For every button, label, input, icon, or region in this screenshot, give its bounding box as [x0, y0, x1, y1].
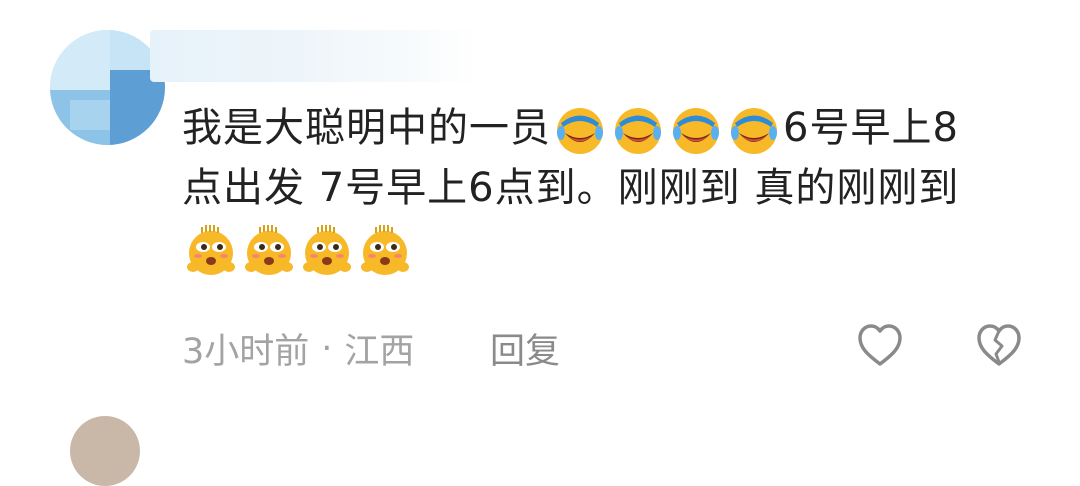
avatar[interactable] — [50, 30, 165, 145]
sweating-hot-emoji-icon — [300, 223, 354, 277]
comment-meta: 3小时前 · 江西 — [182, 323, 414, 374]
comment-time: 3小时前 — [182, 332, 310, 372]
reply-button[interactable]: 回复 — [490, 323, 560, 374]
comment-line-2: 点出发 7号早上6点到。刚刚到 真的刚刚到 — [182, 165, 960, 211]
meta-separator: · — [321, 328, 333, 369]
dislike-button[interactable] — [975, 322, 1023, 368]
comment-location: 江西 — [344, 332, 415, 372]
crying-laughing-emoji-icon — [669, 103, 723, 157]
comment-line-1: 我是大聪明中的一员 6号早上8 — [182, 98, 1042, 158]
crying-laughing-emoji-icon — [611, 103, 665, 157]
broken-heart-icon — [977, 324, 1021, 366]
sweating-hot-emoji-icon — [242, 223, 296, 277]
like-button[interactable] — [856, 322, 904, 368]
heart-outline-icon — [858, 324, 902, 366]
comment-text: 我是大聪明中的一员 6号早上8 点出发 7号早上6点到。刚刚到 真的刚刚到 — [182, 98, 1042, 278]
sweating-hot-emoji-icon — [358, 223, 412, 277]
sweating-hot-emoji-icon — [184, 223, 238, 277]
crying-laughing-emoji-icon — [553, 103, 607, 157]
username-blurred[interactable] — [150, 30, 480, 82]
next-comment-avatar[interactable] — [70, 416, 140, 486]
crying-laughing-emoji-icon — [727, 103, 781, 157]
comment-line-3 — [182, 218, 1042, 278]
